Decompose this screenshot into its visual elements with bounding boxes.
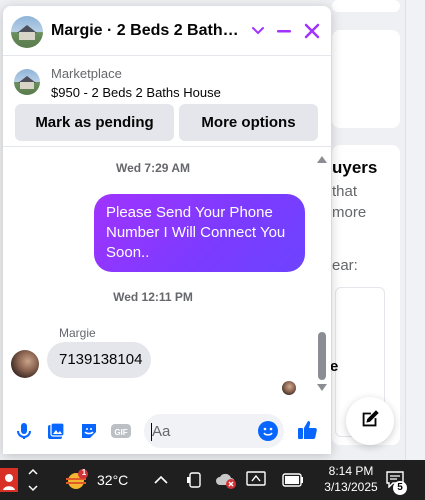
listing-banner: Marketplace $950 - 2 Beds 2 Baths House … [3, 57, 331, 147]
app-icon[interactable] [0, 468, 18, 492]
scrollbar[interactable] [317, 156, 327, 391]
scroll-down-icon[interactable] [317, 384, 327, 391]
minimize-icon[interactable] [273, 20, 295, 42]
background-text: that [332, 183, 358, 200]
temperature-label[interactable]: 32°C [97, 472, 128, 488]
new-message-button[interactable] [346, 397, 394, 445]
sender-name: Margie [59, 326, 96, 340]
background-text: more [332, 204, 367, 221]
notification-badge: 5 [393, 481, 407, 495]
listing-thumbnail[interactable] [14, 69, 40, 95]
battery-icon[interactable] [282, 473, 304, 487]
taskbar-clock[interactable]: 8:14 PM 3/13/2025 [322, 463, 380, 495]
chat-window: Margie · 2 Beds 2 Baths H... Marketplace… [3, 6, 331, 454]
mark-as-pending-button[interactable]: Mark as pending [15, 104, 174, 141]
background-heading: uyers [332, 158, 378, 177]
onedrive-icon[interactable] [214, 470, 238, 490]
chevron-up-down-icon[interactable] [28, 466, 38, 494]
photo-icon[interactable] [45, 420, 67, 442]
compose-icon [359, 408, 381, 435]
read-receipt-avatar [282, 381, 296, 395]
incoming-message[interactable]: 7139138104 [47, 342, 151, 378]
clock-date: 3/13/2025 [324, 480, 378, 494]
listing-avatar [11, 16, 43, 48]
close-icon[interactable] [301, 20, 323, 42]
mic-icon[interactable] [13, 420, 35, 442]
message-composer: GIF [3, 406, 331, 454]
background-text: e [330, 358, 339, 375]
outgoing-message[interactable]: Please Send Your Phone Number I Will Con… [94, 194, 305, 272]
gif-icon[interactable]: GIF [110, 420, 132, 442]
avatar[interactable] [11, 350, 39, 378]
phone-link-icon[interactable] [186, 471, 204, 489]
chat-header[interactable]: Margie · 2 Beds 2 Baths H... [3, 6, 331, 56]
text-caret [151, 423, 152, 441]
listing-label: Marketplace [51, 66, 122, 81]
scrollbar-thumb[interactable] [318, 332, 326, 380]
message-timestamp: Wed 12:11 PM [113, 290, 193, 304]
listing-name[interactable]: $950 - 2 Beds 2 Baths House [51, 85, 221, 100]
windows-taskbar: 1 32°C 8:14 PM 3/13/2025 5 [0, 460, 425, 500]
message-list: Wed 7:29 AM Please Send Your Phone Numbe… [3, 148, 331, 398]
background-text: ear: [332, 257, 358, 274]
svg-text:GIF: GIF [114, 428, 127, 437]
sticker-icon[interactable] [78, 420, 100, 442]
chevron-up-icon[interactable] [152, 472, 170, 488]
background-scroll-strip [405, 0, 425, 460]
display-icon[interactable] [246, 471, 266, 489]
weather-badge: 1 [81, 468, 87, 477]
clock-time: 8:14 PM [328, 464, 374, 478]
scroll-up-icon[interactable] [317, 156, 327, 163]
chevron-down-icon[interactable] [247, 20, 269, 42]
emoji-icon[interactable] [258, 421, 278, 441]
chat-title[interactable]: Margie · 2 Beds 2 Baths H... [51, 22, 241, 40]
more-options-button[interactable]: More options [179, 104, 318, 141]
message-timestamp: Wed 7:29 AM [115, 161, 190, 175]
background-card [332, 0, 400, 12]
like-icon[interactable] [296, 418, 320, 442]
background-card [332, 30, 400, 128]
